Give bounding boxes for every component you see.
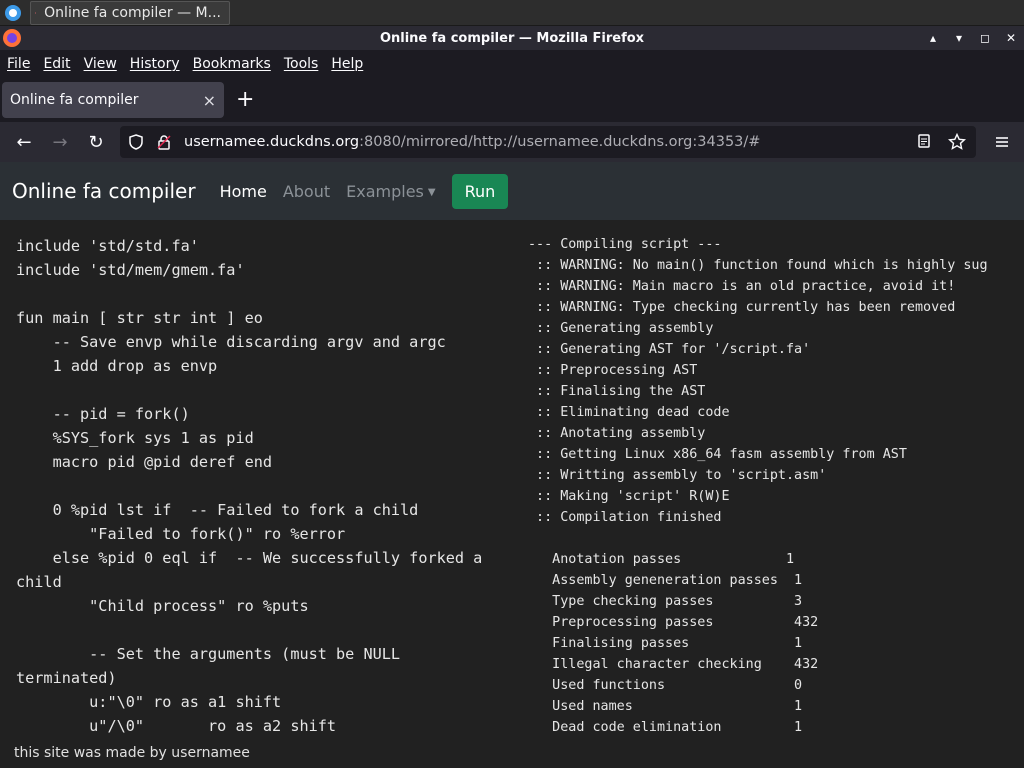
nav-home-link[interactable]: Home	[220, 182, 267, 201]
window-title: Online fa compiler — Mozilla Firefox	[379, 30, 645, 46]
url-host: usernamee.duckdns.org	[184, 134, 360, 150]
site-footer: this site was made by usernamee	[14, 745, 250, 761]
taskbar-firefox-task[interactable]: Online fa compiler — M...	[30, 0, 230, 25]
reader-view-icon[interactable]	[916, 133, 932, 149]
menu-edit[interactable]: Edit	[43, 56, 70, 72]
desktop-taskbar: Online fa compiler — M...	[0, 0, 1024, 26]
shield-icon[interactable]	[128, 134, 144, 150]
close-icon[interactable]: ✕	[1004, 31, 1018, 45]
navigation-bar: ← → ↻ usernamee.duckdns.org:8080/mirrore…	[0, 122, 1024, 162]
reload-icon[interactable]: ↻	[78, 132, 114, 153]
tab-close-icon[interactable]: ×	[203, 91, 216, 110]
code-editor[interactable]: include 'std/std.fa' include 'std/mem/gm…	[16, 234, 506, 754]
menu-tools[interactable]: Tools	[284, 56, 319, 72]
main-content: include 'std/std.fa' include 'std/mem/gm…	[0, 220, 1024, 768]
menu-help[interactable]: Help	[331, 56, 363, 72]
site-brand[interactable]: Online fa compiler	[12, 179, 196, 203]
forward-icon[interactable]: →	[42, 132, 78, 153]
firefox-icon	[35, 11, 37, 14]
insecure-lock-icon[interactable]	[156, 134, 172, 150]
app-launcher-icon[interactable]	[4, 4, 22, 22]
tab-online-fa-compiler[interactable]: Online fa compiler ×	[2, 82, 224, 118]
back-icon[interactable]: ←	[6, 132, 42, 153]
taskbar-task-title: Online fa compiler — M...	[44, 4, 221, 21]
tab-strip: Online fa compiler × +	[0, 78, 1024, 122]
menu-bookmarks[interactable]: Bookmarks	[193, 56, 271, 72]
new-tab-icon[interactable]: +	[236, 89, 254, 111]
examples-label: Examples	[346, 181, 424, 201]
app-menu-icon[interactable]	[994, 134, 1010, 150]
url-path: :8080/mirrored/http://usernamee.duckdns.…	[359, 134, 761, 150]
tab-label: Online fa compiler	[10, 92, 139, 108]
bookmark-star-icon[interactable]	[948, 133, 966, 151]
run-button[interactable]: Run	[451, 173, 509, 209]
url-bar[interactable]: usernamee.duckdns.org:8080/mirrored/http…	[120, 126, 976, 158]
window-titlebar: Online fa compiler — Mozilla Firefox ▴ ▾…	[0, 26, 1024, 50]
site-navbar: Online fa compiler Home About Examples ▼ …	[0, 162, 1024, 220]
menu-file[interactable]: File	[7, 56, 30, 72]
menubar: File Edit View History Bookmarks Tools H…	[0, 50, 1024, 78]
nav-about-link[interactable]: About	[283, 182, 330, 201]
menu-history[interactable]: History	[130, 56, 180, 72]
firefox-icon	[3, 29, 21, 47]
nav-examples-dropdown[interactable]: Examples ▼	[346, 182, 435, 201]
maximize-icon[interactable]: ◻	[978, 31, 992, 45]
caret-down-icon: ▼	[427, 186, 436, 198]
minimize-icon[interactable]: ▴	[926, 31, 940, 45]
restore-icon[interactable]: ▾	[952, 31, 966, 45]
compiler-output: --- Compiling script --- :: WARNING: No …	[528, 237, 988, 735]
menu-view[interactable]: View	[84, 56, 117, 72]
